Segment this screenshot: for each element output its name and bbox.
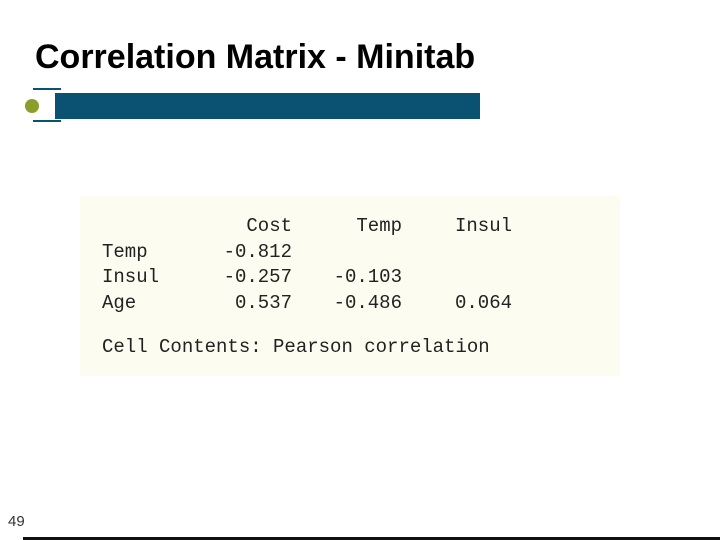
- cell: -0.812: [182, 240, 292, 266]
- row-label: Age: [102, 291, 182, 317]
- header-blank: [102, 214, 182, 240]
- col-header: Temp: [292, 214, 402, 240]
- table-row: Age 0.537 -0.486 0.064: [102, 291, 598, 317]
- ornament-line-top: [33, 88, 61, 90]
- col-header: Insul: [402, 214, 512, 240]
- cell: [402, 240, 512, 266]
- ornament-line-bot: [33, 120, 61, 122]
- cell-contents-note: Cell Contents: Pearson correlation: [102, 335, 598, 361]
- title-ornament: [0, 88, 720, 122]
- cell: -0.257: [182, 265, 292, 291]
- header-row: Cost Temp Insul: [102, 214, 598, 240]
- cell: 0.064: [402, 291, 512, 317]
- page-number: 49: [8, 513, 25, 530]
- row-label: Insul: [102, 265, 182, 291]
- cell: [402, 265, 512, 291]
- minitab-output: Cost Temp Insul Temp -0.812 Insul -0.257…: [80, 196, 620, 376]
- col-header: Cost: [182, 214, 292, 240]
- table-row: Insul -0.257 -0.103: [102, 265, 598, 291]
- slide-title: Correlation Matrix - Minitab: [35, 38, 475, 77]
- cell: -0.103: [292, 265, 402, 291]
- cell: -0.486: [292, 291, 402, 317]
- table-row: Temp -0.812: [102, 240, 598, 266]
- ornament-bar: [55, 93, 480, 119]
- cell: 0.537: [182, 291, 292, 317]
- slide: Correlation Matrix - Minitab Cost Temp I…: [0, 0, 720, 540]
- row-label: Temp: [102, 240, 182, 266]
- cell: [292, 240, 402, 266]
- ornament-dot-icon: [25, 99, 39, 113]
